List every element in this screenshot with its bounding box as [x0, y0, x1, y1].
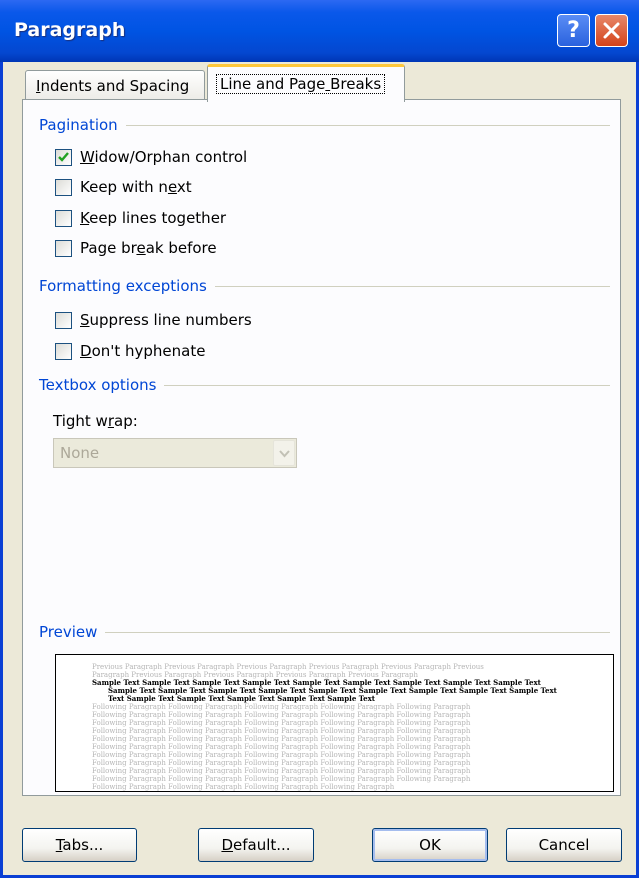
tight-wrap-dropdown-button[interactable] [273, 440, 295, 466]
tight-wrap-value: None [60, 444, 100, 462]
tabs-button[interactable]: Tabs... [22, 828, 137, 862]
preview-heading: Preview [39, 623, 106, 641]
preview-following-line: Following Paragraph Following Paragraph … [92, 751, 471, 759]
preview-following-line: Following Paragraph Following Paragraph … [92, 719, 471, 727]
close-button[interactable] [595, 14, 628, 47]
tab-indents-and-spacing[interactable]: Indents and Spacing [25, 70, 205, 101]
help-icon: ? [567, 18, 580, 43]
widow-orphan-label: Widow/Orphan control [80, 148, 248, 166]
preview-following-line: Following Paragraph Following Paragraph … [92, 727, 471, 735]
tight-wrap-select[interactable]: None [53, 438, 297, 468]
keep-lines-together-checkbox[interactable] [55, 210, 72, 227]
preview-previous-line: Previous Paragraph Previous Paragraph Pr… [92, 663, 484, 671]
pagination-heading: Pagination [39, 116, 126, 134]
tab-line-and-page-breaks[interactable]: Line and Page Breaks [207, 64, 405, 102]
checkmark-icon [58, 152, 69, 162]
preview-sample-line: Text Sample Text Sample Text Sample Text… [108, 694, 375, 703]
tab-panel: Pagination Widow/Orphan control Keep wit… [22, 99, 621, 796]
preview-following-line: Following Paragraph Following Paragraph … [92, 783, 395, 791]
keep-with-next-checkbox[interactable] [55, 179, 72, 196]
suppress-line-numbers-label: Suppress line numbers [80, 311, 252, 329]
default-button[interactable]: Default... [198, 828, 314, 862]
cancel-button[interactable]: Cancel [506, 828, 622, 862]
ok-button[interactable]: OK [372, 828, 488, 862]
dont-hyphenate-label: Don't hyphenate [80, 342, 206, 360]
section-divider [43, 632, 610, 633]
preview-following-line: Following Paragraph Following Paragraph … [92, 711, 471, 719]
suppress-line-numbers-checkbox[interactable] [55, 312, 72, 329]
window-title: Paragraph [14, 19, 126, 41]
tab-strip: Indents and Spacing Line and Page Breaks [3, 64, 636, 102]
preview-following-line: Following Paragraph Following Paragraph … [92, 743, 471, 751]
tab-label-line-breaks: Line and Page Breaks [216, 74, 386, 94]
tight-wrap-label: Tight wrap: [53, 412, 138, 430]
preview-following-line: Following Paragraph Following Paragraph … [92, 775, 471, 783]
keep-with-next-label: Keep with next [80, 178, 192, 196]
page-break-before-label: Page break before [80, 239, 217, 257]
preview-following-line: Following Paragraph Following Paragraph … [92, 703, 471, 711]
keep-lines-together-label: Keep lines together [80, 209, 227, 227]
preview-following-line: Following Paragraph Following Paragraph … [92, 767, 471, 775]
textbox-options-heading: Textbox options [39, 376, 165, 394]
close-icon [603, 22, 620, 39]
page-break-before-checkbox[interactable] [55, 240, 72, 257]
dont-hyphenate-checkbox[interactable] [55, 343, 72, 360]
preview-box: Previous Paragraph Previous Paragraph Pr… [55, 654, 614, 792]
paragraph-dialog: Paragraph ? Indents and Spacing Line and… [0, 0, 639, 878]
title-bar[interactable]: Paragraph ? [0, 0, 639, 62]
chevron-down-icon [279, 450, 290, 458]
widow-orphan-checkbox[interactable] [55, 149, 72, 166]
tab-label-indents: Indents and Spacing [36, 77, 190, 95]
help-button[interactable]: ? [557, 14, 590, 47]
section-divider [43, 125, 610, 126]
preview-following-line: Following Paragraph Following Paragraph … [92, 735, 471, 743]
preview-following-line: Following Paragraph Following Paragraph … [92, 759, 471, 767]
formatting-exceptions-heading: Formatting exceptions [39, 277, 215, 295]
